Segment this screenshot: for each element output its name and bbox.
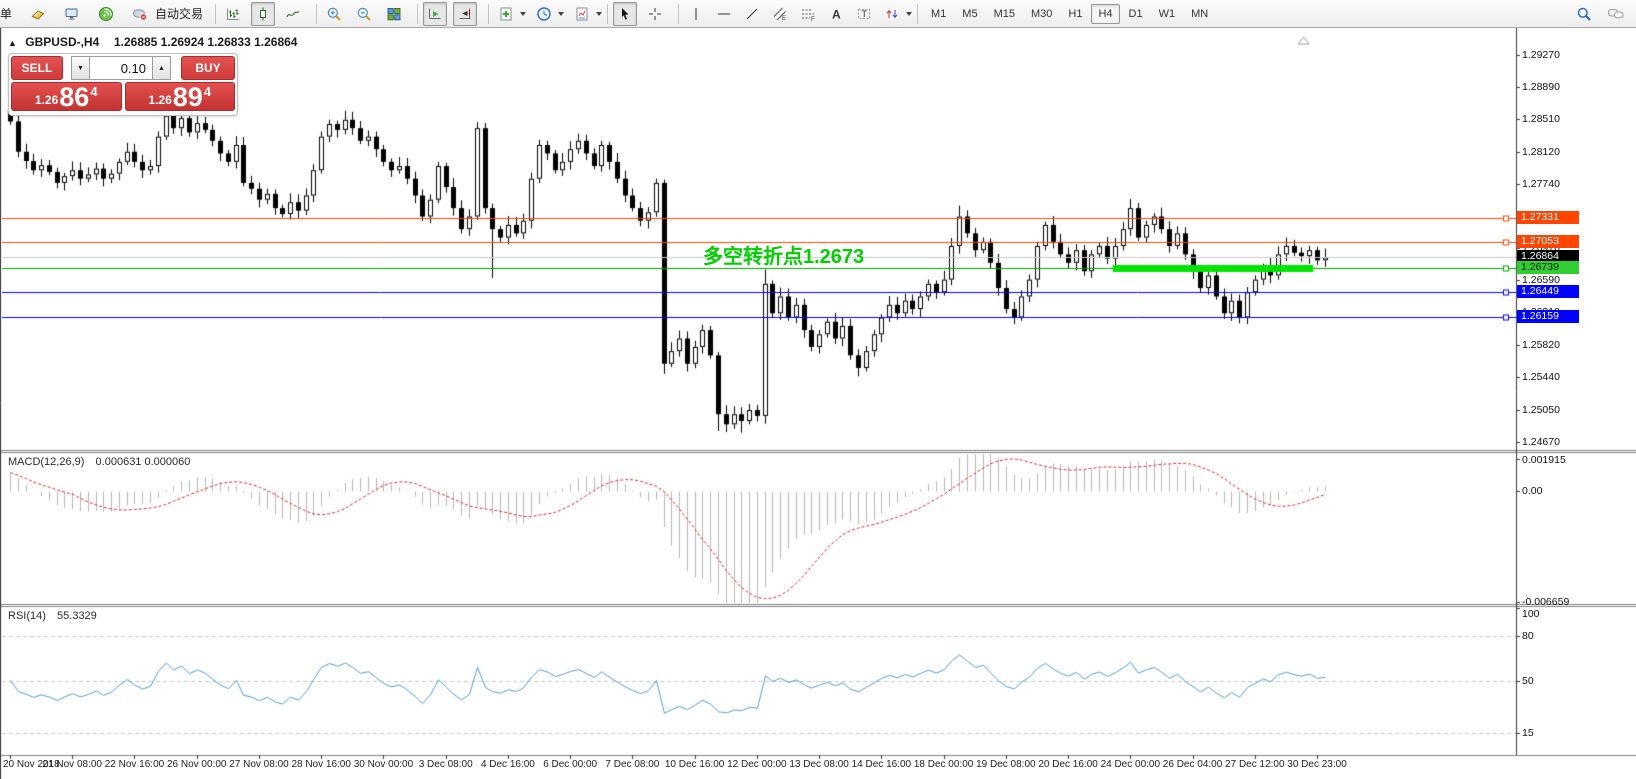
tile-windows-icon[interactable] bbox=[382, 2, 406, 26]
chart-shift-icon[interactable] bbox=[453, 2, 477, 26]
text-label-tool-icon[interactable]: T bbox=[852, 2, 876, 26]
template-icon[interactable] bbox=[570, 2, 594, 26]
new-order-button[interactable]: 单 bbox=[0, 5, 20, 22]
vertical-line-tool-icon[interactable] bbox=[684, 2, 708, 26]
sell-price-prefix: 1.26 bbox=[35, 93, 58, 107]
sell-price-pip: 4 bbox=[90, 84, 97, 99]
rsi-indicator-label: RSI(14) 55.3329 bbox=[8, 610, 97, 622]
buy-price-prefix: 1.26 bbox=[148, 93, 171, 107]
volume-control: ▼ 0.10 ▲ bbox=[71, 56, 171, 80]
horizontal-line-tool-icon[interactable] bbox=[712, 2, 736, 26]
volume-input[interactable]: 0.10 bbox=[90, 56, 152, 80]
fibonacci-tool-icon[interactable]: F bbox=[796, 2, 820, 26]
svg-text:F: F bbox=[811, 17, 815, 22]
channel-tool-icon[interactable]: E bbox=[768, 2, 792, 26]
buy-price-button[interactable]: 1.26 89 4 bbox=[125, 82, 236, 111]
search-icon[interactable] bbox=[1572, 2, 1596, 26]
chart-window: 1.292701.288901.285101.281201.277401.273… bbox=[0, 28, 1636, 779]
rsi-value: 55.3329 bbox=[57, 610, 97, 622]
candlestick-icon[interactable] bbox=[251, 2, 275, 26]
tf-m5[interactable]: M5 bbox=[955, 4, 984, 24]
toolbar-separator bbox=[678, 4, 679, 24]
chat-icon[interactable] bbox=[1604, 2, 1628, 26]
sell-button[interactable]: SELL bbox=[11, 56, 63, 80]
template-dropdown[interactable] bbox=[596, 12, 602, 16]
price-chart-canvas[interactable] bbox=[0, 28, 1636, 779]
symbol-period-label: GBPUSD-,H4 bbox=[25, 35, 99, 49]
collapse-triangle-icon[interactable]: ▲ bbox=[8, 38, 17, 48]
tf-h1[interactable]: H1 bbox=[1061, 4, 1089, 24]
period-dropdown[interactable] bbox=[558, 12, 564, 16]
crosshair-icon[interactable] bbox=[643, 2, 667, 26]
signal-icon[interactable] bbox=[94, 2, 118, 26]
buy-button[interactable]: BUY bbox=[181, 56, 235, 80]
toolbar-separator bbox=[316, 4, 317, 24]
trading-terminal: 单 自动交易 bbox=[0, 0, 1636, 779]
svg-text:A: A bbox=[832, 7, 841, 21]
zoom-in-icon[interactable] bbox=[322, 2, 346, 26]
rsi-name: RSI(14) bbox=[8, 610, 46, 622]
tf-d1[interactable]: D1 bbox=[1122, 4, 1150, 24]
autotrade-icon[interactable] bbox=[128, 2, 152, 26]
arrows-dropdown[interactable] bbox=[906, 12, 912, 16]
macd-name: MACD(12,26,9) bbox=[8, 456, 84, 468]
text-tool-icon[interactable]: A bbox=[824, 2, 848, 26]
cursor-icon[interactable] bbox=[613, 2, 637, 26]
chart-title: ▲ GBPUSD-,H4 1.26885 1.26924 1.26833 1.2… bbox=[8, 35, 297, 49]
trendline-tool-icon[interactable] bbox=[740, 2, 764, 26]
tf-mn[interactable]: MN bbox=[1184, 4, 1215, 24]
buy-price-big: 89 bbox=[173, 85, 203, 109]
period-clock-icon[interactable] bbox=[532, 2, 556, 26]
tf-m1[interactable]: M1 bbox=[924, 4, 953, 24]
tf-m30[interactable]: M30 bbox=[1024, 4, 1059, 24]
autotrade-button[interactable]: 自动交易 bbox=[152, 2, 210, 26]
one-click-trading-panel: SELL ▼ 0.10 ▲ BUY 1.26 86 4 1.26 89 4 bbox=[8, 53, 238, 116]
tf-h4[interactable]: H4 bbox=[1091, 4, 1119, 24]
news-icon[interactable] bbox=[26, 2, 50, 26]
autoscroll-icon[interactable] bbox=[423, 2, 447, 26]
tf-w1[interactable]: W1 bbox=[1152, 4, 1183, 24]
toolbar-separator bbox=[488, 4, 489, 24]
terminal-icon[interactable] bbox=[60, 2, 84, 26]
add-indicator-dropdown[interactable] bbox=[520, 12, 526, 16]
sell-price-button[interactable]: 1.26 86 4 bbox=[11, 82, 122, 111]
toolbar-separator bbox=[215, 4, 216, 24]
toolbar-separator bbox=[417, 4, 418, 24]
buy-price-pip: 4 bbox=[204, 84, 211, 99]
main-toolbar: 单 自动交易 bbox=[0, 0, 1636, 28]
add-indicator-icon[interactable] bbox=[494, 2, 518, 26]
arrows-tool-icon[interactable] bbox=[880, 2, 904, 26]
toolbar-separator bbox=[607, 4, 608, 24]
svg-text:T: T bbox=[862, 9, 868, 19]
chart-annotation-text[interactable]: 多空转折点1.2673 bbox=[703, 240, 864, 269]
volume-decrease-button[interactable]: ▼ bbox=[71, 56, 90, 80]
macd-values: 0.000631 0.000060 bbox=[96, 456, 191, 468]
bar-chart-icon[interactable] bbox=[221, 2, 245, 26]
zoom-out-icon[interactable] bbox=[352, 2, 376, 26]
tf-m15[interactable]: M15 bbox=[987, 4, 1022, 24]
sell-price-big: 86 bbox=[59, 85, 89, 109]
svg-text:E: E bbox=[782, 16, 786, 22]
line-chart-icon[interactable] bbox=[281, 2, 305, 26]
macd-indicator-label: MACD(12,26,9) 0.000631 0.000060 bbox=[8, 456, 190, 468]
toolbar-separator bbox=[917, 4, 918, 24]
volume-increase-button[interactable]: ▲ bbox=[152, 56, 171, 80]
ohlc-values: 1.26885 1.26924 1.26833 1.26864 bbox=[114, 35, 298, 49]
